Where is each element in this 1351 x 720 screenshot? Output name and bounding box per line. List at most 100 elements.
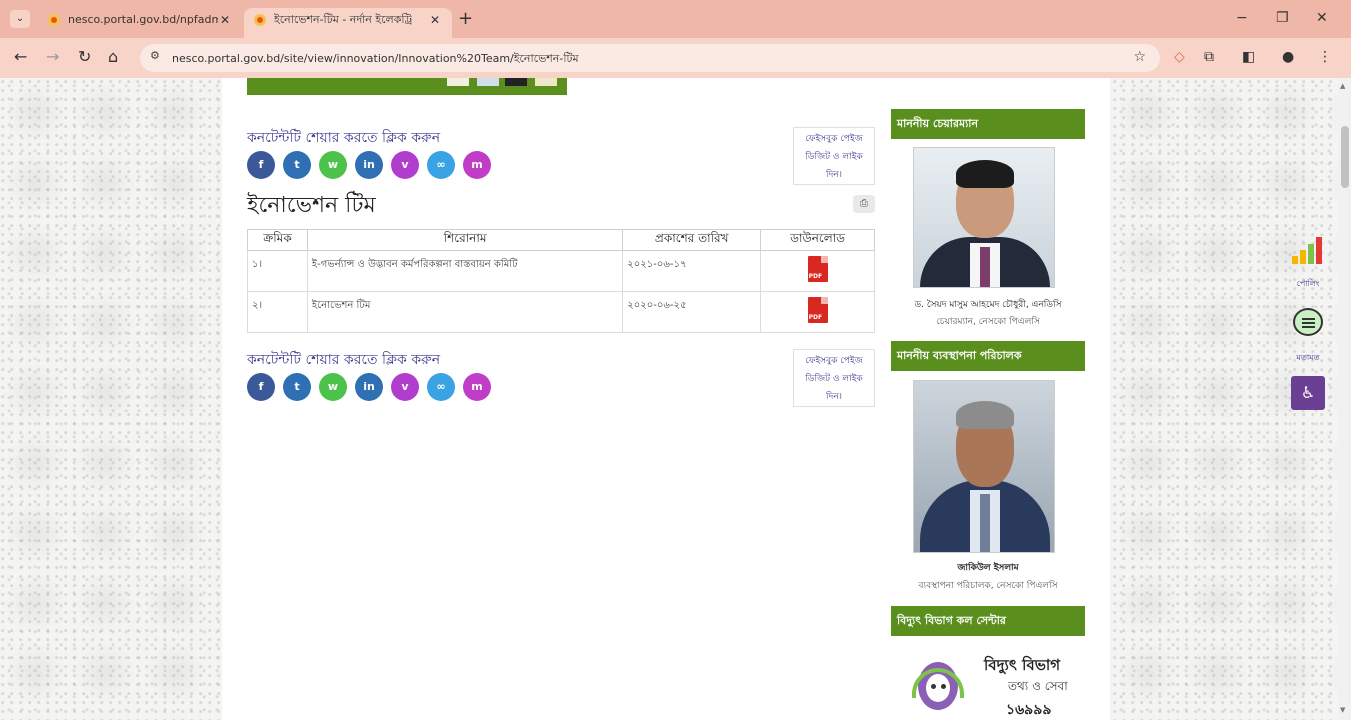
- site-info-icon[interactable]: ⚙: [150, 49, 160, 62]
- tab-title: nesco.portal.gov.bd/npfadmin/: [68, 13, 218, 26]
- facebook-share-button[interactable]: f: [247, 373, 275, 401]
- banner-swatch: [535, 78, 557, 86]
- page-scrollbar[interactable]: ▲ ▼: [1338, 78, 1351, 720]
- twitter-share-button[interactable]: t: [283, 373, 311, 401]
- browser-tab-bar: ⌄ nesco.portal.gov.bd/npfadmin/ ✕ ইনোভেশ…: [0, 0, 1351, 38]
- page-title: ইনোভেশন টিম: [247, 193, 376, 218]
- chairman-photo: [913, 147, 1055, 288]
- row-download: PDF: [760, 250, 875, 292]
- reload-button[interactable]: ↻: [78, 47, 91, 67]
- md-heading: মাননীয় ব্যবস্থাপনা পরিচালক: [891, 341, 1085, 371]
- accessibility-button[interactable]: ♿: [1291, 376, 1325, 410]
- scroll-thumb[interactable]: [1341, 126, 1349, 188]
- bookmark-star-icon[interactable]: ☆: [1133, 49, 1146, 65]
- documents-table: ক্রমিক শিরোনাম প্রকাশের তারিখ ডাউনলোড ১।…: [247, 229, 875, 333]
- column-header-serial: ক্রমিক: [247, 229, 308, 251]
- call-center-agent-icon: [908, 656, 970, 720]
- profile-avatar-icon[interactable]: ●: [1282, 48, 1294, 66]
- copy-link-button[interactable]: ∞: [427, 373, 455, 401]
- md-name: জাকিউল ইসলাম: [957, 563, 1019, 573]
- row-download: PDF: [760, 291, 875, 333]
- pdf-download-icon[interactable]: PDF: [807, 297, 828, 323]
- close-tab-icon[interactable]: ✕: [430, 8, 440, 32]
- whatsapp-share-button[interactable]: w: [319, 151, 347, 179]
- poll-label[interactable]: পোলিং: [1288, 278, 1328, 291]
- table-row: ২। ইনোভেশন টিম ২০২০-০৬-২৫ PDF: [247, 291, 875, 333]
- address-bar[interactable]: ⚙ nesco.portal.gov.bd/site/view/innovati…: [140, 44, 1160, 72]
- share-label: কনটেন্টটি শেয়ার করতে ক্লিক করুন: [247, 130, 441, 146]
- viber-share-button[interactable]: v: [391, 151, 419, 179]
- browser-menu-icon[interactable]: ⋮: [1318, 48, 1332, 66]
- facebook-like-box[interactable]: ফেইসবুক পেইজ ডিজিট ও লাইক দিন।: [793, 127, 875, 185]
- close-window-button[interactable]: ✕: [1316, 8, 1328, 28]
- scroll-down-icon[interactable]: ▼: [1340, 706, 1345, 714]
- messenger-share-button[interactable]: m: [463, 151, 491, 179]
- tab-title: ইনোভেশন-টিম - নর্দান ইলেকট্রি: [274, 13, 413, 26]
- side-panel-icon[interactable]: ◧: [1242, 48, 1255, 66]
- url-text[interactable]: nesco.portal.gov.bd/site/view/innovation…: [172, 50, 579, 69]
- messenger-share-button[interactable]: m: [463, 373, 491, 401]
- row-serial: ১।: [247, 250, 308, 292]
- tab-search-button[interactable]: ⌄: [10, 10, 30, 28]
- row-title: ই-গভর্ন্যান্স ও উদ্ভাবন কর্মপরিকল্পনা বা…: [306, 250, 624, 292]
- facebook-share-button[interactable]: f: [247, 151, 275, 179]
- fb-box-line: দিন।: [826, 170, 842, 180]
- facebook-like-box[interactable]: ফেইসবুক পেইজ ডিজিট ও লাইক দিন।: [793, 349, 875, 407]
- back-button[interactable]: ←: [14, 47, 27, 67]
- decorative-pattern-left: [0, 78, 220, 720]
- close-tab-icon[interactable]: ✕: [220, 8, 230, 32]
- fb-box-line: ডিজিট ও লাইক: [805, 374, 863, 384]
- restore-button[interactable]: ❐: [1276, 8, 1289, 28]
- fb-box-line: দিন।: [826, 392, 842, 402]
- banner-swatch: [505, 78, 527, 86]
- extensions-puzzle-icon[interactable]: ⧉: [1204, 48, 1214, 66]
- row-date: ২০২০-০৬-২৫: [622, 291, 762, 333]
- row-date: ২০২১-০৬-১৭: [622, 250, 762, 292]
- tab-innovation-team[interactable]: ইনোভেশন-টিম - নর্দান ইলেকট্রি ✕: [244, 8, 452, 38]
- table-row: ১। ই-গভর্ন্যান্স ও উদ্ভাবন কর্মপরিকল্পনা…: [247, 250, 875, 292]
- viber-share-button[interactable]: v: [391, 373, 419, 401]
- chairman-name: ড. সৈয়দ মাসুম আহমেদ চৌধুরী, এনডিসি: [914, 300, 1062, 310]
- table-header-row: ক্রমিক শিরোনাম প্রকাশের তারিখ ডাউনলোড: [247, 229, 875, 251]
- md-photo: [913, 380, 1055, 553]
- extension-icon[interactable]: ◇: [1174, 48, 1185, 66]
- feedback-chat-icon[interactable]: [1293, 308, 1323, 336]
- column-header-download: ডাউনলোড: [760, 229, 875, 251]
- feedback-label[interactable]: মতামত: [1288, 352, 1328, 365]
- linkedin-share-button[interactable]: in: [355, 151, 383, 179]
- site-favicon-icon: [48, 14, 60, 26]
- minimize-button[interactable]: −: [1236, 8, 1248, 28]
- home-icon[interactable]: ⌂: [108, 47, 118, 67]
- page-viewport: কনটেন্টটি শেয়ার করতে ক্লিক করুন f t w i…: [0, 78, 1338, 720]
- banner-swatch: [477, 78, 499, 86]
- poll-chart-icon[interactable]: [1292, 236, 1324, 264]
- banner-strip: [247, 78, 567, 95]
- scroll-up-icon[interactable]: ▲: [1340, 82, 1345, 90]
- md-role: ব্যবস্থাপনা পরিচালক, নেসকো পিএলসি: [918, 581, 1058, 591]
- row-title: ইনোভেশন টিম: [306, 291, 624, 333]
- column-header-title: শিরোনাম: [306, 229, 624, 251]
- pdf-download-icon[interactable]: PDF: [807, 256, 828, 282]
- fb-box-line: ডিজিট ও লাইক: [805, 152, 863, 162]
- print-icon[interactable]: ⎙: [853, 195, 875, 213]
- copy-link-button[interactable]: ∞: [427, 151, 455, 179]
- callcenter-number: ১৬৯৯৯: [1006, 702, 1052, 718]
- forward-button[interactable]: →: [46, 47, 59, 67]
- new-tab-button[interactable]: +: [458, 8, 473, 30]
- twitter-share-button[interactable]: t: [283, 151, 311, 179]
- site-favicon-icon: [254, 14, 266, 26]
- share-label: কনটেন্টটি শেয়ার করতে ক্লিক করুন: [247, 352, 441, 368]
- chairman-role: চেয়ারম্যান, নেসকো পিএলসি: [936, 317, 1040, 327]
- fb-box-line: ফেইসবুক পেইজ: [805, 134, 863, 144]
- browser-toolbar: ← → ↻ ⌂ ⚙ nesco.portal.gov.bd/site/view/…: [0, 38, 1351, 78]
- whatsapp-share-button[interactable]: w: [319, 373, 347, 401]
- column-header-date: প্রকাশের তারিখ: [622, 229, 762, 251]
- callcenter-subtitle: তথ্য ও সেবা: [1008, 679, 1068, 693]
- callcenter-heading: বিদ্যুৎ বিভাগ কল সেন্টার: [891, 606, 1085, 636]
- linkedin-share-button[interactable]: in: [355, 373, 383, 401]
- fb-box-line: ফেইসবুক পেইজ: [805, 356, 863, 366]
- callcenter-title: বিদ্যুৎ বিভাগ: [984, 656, 1061, 674]
- tab-npfadmin[interactable]: nesco.portal.gov.bd/npfadmin/ ✕: [38, 8, 242, 38]
- banner-swatch: [447, 78, 469, 86]
- row-serial: ২।: [247, 291, 308, 333]
